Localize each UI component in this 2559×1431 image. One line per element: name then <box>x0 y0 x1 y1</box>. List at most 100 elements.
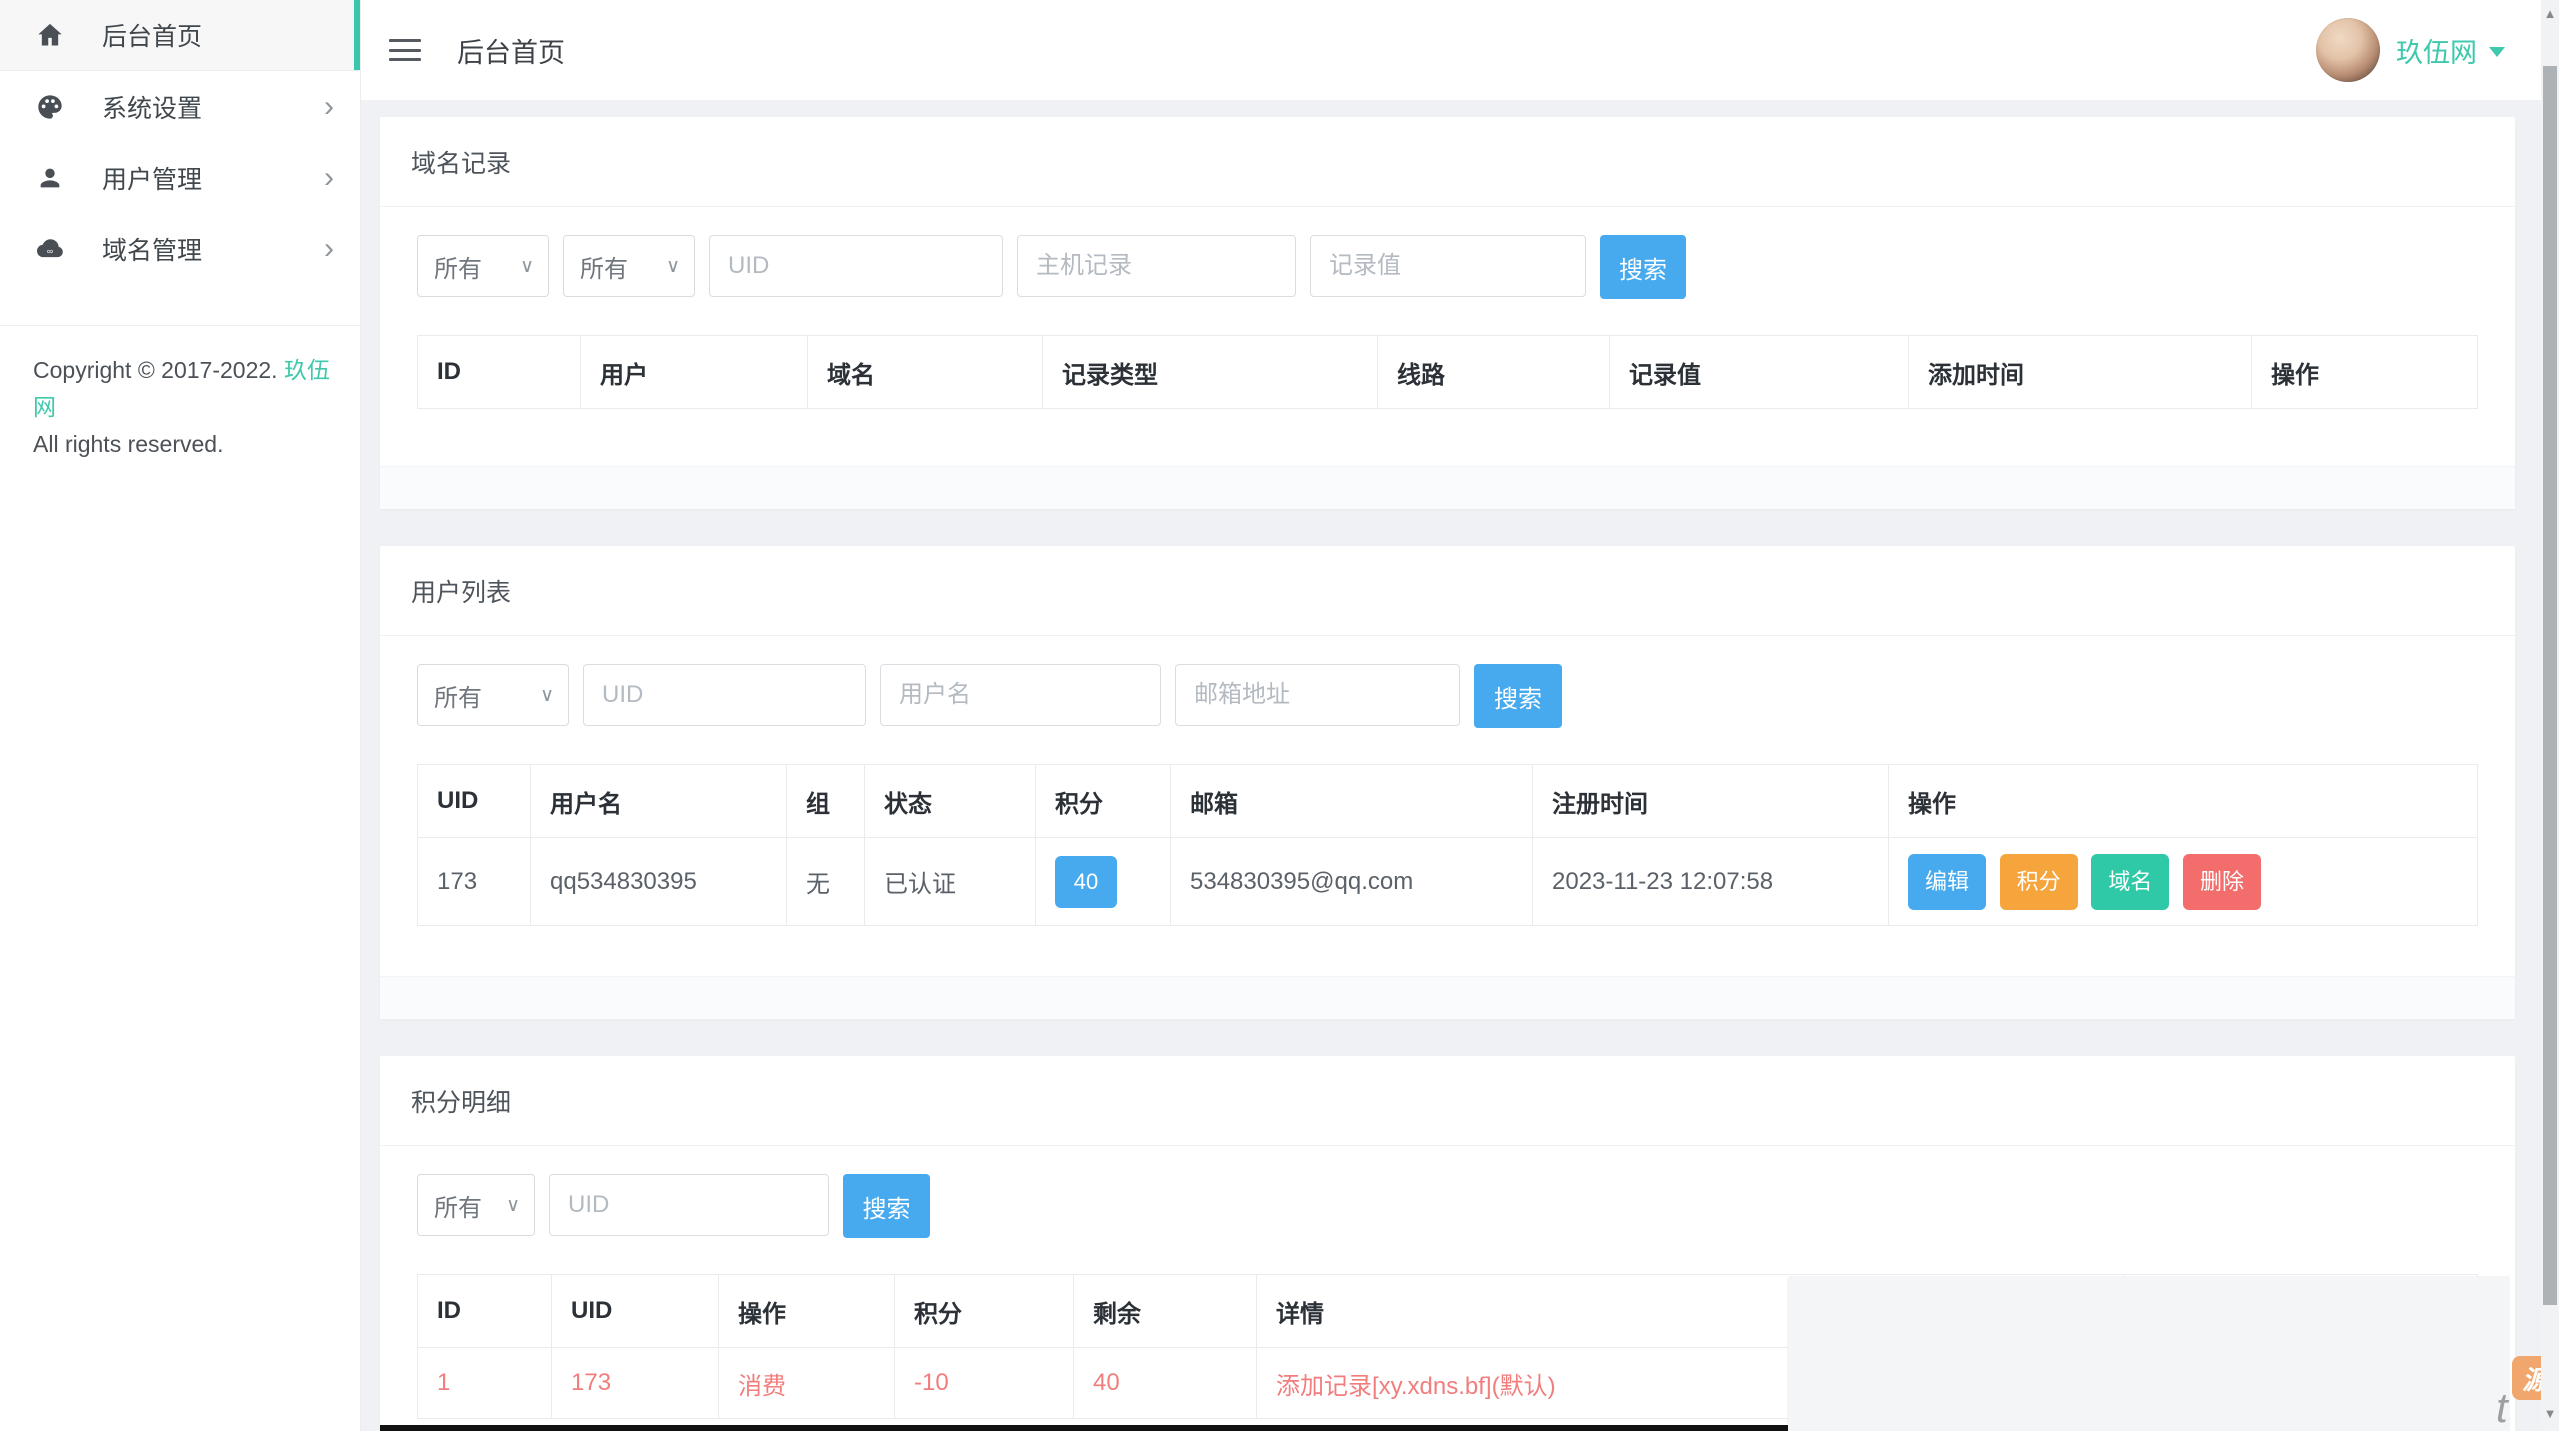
record-value-input[interactable] <box>1310 235 1586 297</box>
chevron-down-icon: ∨ <box>540 684 554 706</box>
points-button[interactable]: 积分 <box>1999 853 2078 910</box>
chevron-down-icon: ∨ <box>520 255 534 277</box>
table-row: 173 qq534830395 无 已认证 40 534830395@qq.co… <box>417 837 2478 926</box>
column-header: 用户 <box>580 335 808 409</box>
sidebar: 后台首页 系统设置 › 用户管理 › ∞ 域名管理 › Copyright © … <box>0 0 361 1431</box>
user-menu[interactable]: 玖伍网 <box>2316 18 2505 82</box>
column-header: ID <box>417 335 581 409</box>
search-button[interactable]: 搜索 <box>1600 235 1686 299</box>
column-header: 操作 <box>718 1274 895 1348</box>
avatar[interactable] <box>2316 18 2380 82</box>
column-header: 记录类型 <box>1042 335 1378 409</box>
column-header: 积分 <box>894 1274 1074 1348</box>
type-select[interactable]: 所有 ∨ <box>417 235 549 297</box>
column-header: 剩余 <box>1073 1274 1257 1348</box>
card-footer <box>380 466 2515 509</box>
edit-button[interactable]: 编辑 <box>1908 853 1986 910</box>
table-cell: 2023-11-23 12:07:58 <box>1532 837 1889 926</box>
points-badge[interactable]: 40 <box>1055 855 1117 908</box>
section-title: 用户列表 <box>380 546 2515 636</box>
sidebar-item-users[interactable]: 用户管理 › <box>0 142 360 213</box>
column-header: 用户名 <box>530 764 787 838</box>
chevron-right-icon: › <box>324 160 334 194</box>
column-header: ID <box>417 1274 552 1348</box>
table-cell: 已认证 <box>864 837 1036 926</box>
sidebar-item-label: 域名管理 <box>102 236 203 265</box>
sidebar-item-label: 用户管理 <box>102 165 203 194</box>
sidebar-item-domains[interactable]: ∞ 域名管理 › <box>0 213 360 284</box>
section-title: 域名记录 <box>380 117 2515 207</box>
points-detail-filters: 所有 ∨ 搜索 <box>417 1174 2478 1238</box>
table-cell: -10 <box>894 1347 1074 1419</box>
domain-records-filters: 所有 ∨ 所有 ∨ 搜索 <box>417 235 2478 299</box>
topbar: 后台首页 玖伍网 <box>361 0 2559 100</box>
host-record-input[interactable] <box>1017 235 1296 297</box>
email-input[interactable] <box>1175 664 1460 726</box>
palette-icon <box>36 93 72 121</box>
section-title: 积分明细 <box>380 1056 2515 1146</box>
search-button[interactable]: 搜索 <box>1474 664 1562 728</box>
delete-button[interactable]: 删除 <box>2183 853 2262 910</box>
column-header: 线路 <box>1377 335 1610 409</box>
sidebar-item-settings[interactable]: 系统设置 › <box>0 71 360 142</box>
user-list-filters: 所有 ∨ 搜索 <box>417 664 2478 728</box>
scroll-down-arrow[interactable]: ▼ <box>2541 1407 2559 1421</box>
group-select[interactable]: 所有 ∨ <box>417 664 569 726</box>
column-header: UID <box>551 1274 719 1348</box>
overlay-panel <box>1788 1277 2510 1431</box>
column-header: 操作 <box>1888 764 2478 838</box>
user-list-table: UID 用户名 组 状态 积分 邮箱 注册时间 操作 173 qq5348303… <box>417 764 2478 926</box>
caret-down-icon[interactable] <box>2489 47 2505 57</box>
bottom-bar <box>380 1425 1792 1431</box>
domain-button[interactable]: 域名 <box>2091 853 2170 910</box>
table-cell: 消费 <box>718 1347 895 1419</box>
table-cell: 40 <box>1035 837 1171 926</box>
table-cell: 40 <box>1073 1347 1257 1419</box>
column-header: 状态 <box>864 764 1036 838</box>
chevron-down-icon: ∨ <box>666 255 680 277</box>
column-header: UID <box>417 764 531 838</box>
table-cell: 534830395@qq.com <box>1170 837 1533 926</box>
table-cell: 无 <box>786 837 865 926</box>
search-button[interactable]: 搜索 <box>843 1174 930 1238</box>
svg-text:∞: ∞ <box>47 246 53 256</box>
user-list-card: 用户列表 所有 ∨ 搜索 UID 用户名 组 <box>380 546 2515 1019</box>
uid-input[interactable] <box>583 664 866 726</box>
domain-records-card: 域名记录 所有 ∨ 所有 ∨ 搜索 <box>380 117 2515 509</box>
column-header: 添加时间 <box>1908 335 2252 409</box>
user-name[interactable]: 玖伍网 <box>2396 31 2477 70</box>
type-select[interactable]: 所有 ∨ <box>417 1174 535 1236</box>
column-header: 组 <box>786 764 865 838</box>
column-header: 域名 <box>807 335 1043 409</box>
line-select[interactable]: 所有 ∨ <box>563 235 695 297</box>
scroll-up-arrow[interactable]: ▲ <box>2541 7 2559 21</box>
column-header: 积分 <box>1035 764 1171 838</box>
username-input[interactable] <box>880 664 1161 726</box>
hamburger-menu-icon[interactable] <box>389 39 421 61</box>
table-cell: 173 <box>417 837 531 926</box>
sidebar-item-label: 系统设置 <box>102 94 203 123</box>
page-title: 后台首页 <box>457 37 565 68</box>
chevron-right-icon: › <box>324 89 334 123</box>
chevron-down-icon: ∨ <box>506 1194 520 1216</box>
table-cell: 173 <box>551 1347 719 1419</box>
copyright-text: Copyright © 2017-2022. 玖伍网 All rights re… <box>33 357 330 457</box>
scrollbar[interactable]: ▲ ▼ <box>2541 0 2559 1431</box>
card-footer <box>380 976 2515 1019</box>
column-header: 记录值 <box>1609 335 1909 409</box>
table-cell: 编辑 积分 域名 删除 <box>1888 837 2478 926</box>
watermark-letter: t <box>2496 1384 2508 1431</box>
table-cell: 1 <box>417 1347 552 1419</box>
main-content: 域名记录 所有 ∨ 所有 ∨ 搜索 <box>361 100 2559 1431</box>
domain-records-table: ID 用户 域名 记录类型 线路 记录值 添加时间 操作 <box>417 335 2478 409</box>
sidebar-item-label: 后台首页 <box>102 23 203 51</box>
scrollbar-thumb[interactable] <box>2543 66 2557 1305</box>
chevron-right-icon: › <box>324 231 334 265</box>
column-header: 邮箱 <box>1170 764 1533 838</box>
column-header: 操作 <box>2251 335 2478 409</box>
sidebar-item-home[interactable]: 后台首页 <box>0 0 360 71</box>
home-icon <box>36 21 72 49</box>
uid-input[interactable] <box>709 235 1003 297</box>
column-header: 注册时间 <box>1532 764 1889 838</box>
uid-input[interactable] <box>549 1174 829 1236</box>
